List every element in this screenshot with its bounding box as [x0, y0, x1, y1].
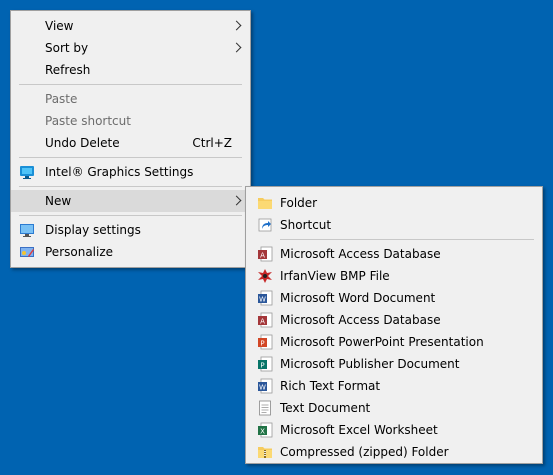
menu-item-paste-shortcut: Paste shortcut: [11, 110, 250, 132]
menu-item-label: Microsoft PowerPoint Presentation: [280, 335, 484, 349]
menu-item-label: Microsoft Word Document: [280, 291, 436, 305]
folder-icon: [258, 198, 272, 209]
menu-item-label: View: [45, 19, 74, 33]
menu-item-shortcut: Ctrl+Z: [192, 136, 232, 150]
publisher-icon: P: [258, 356, 273, 372]
menu-item-label: New: [45, 194, 72, 208]
personalize-icon: [20, 247, 34, 257]
svg-text:A: A: [260, 318, 265, 326]
menu-item-label: Microsoft Access Database: [280, 247, 441, 261]
menu-separator: [19, 84, 242, 85]
menu-item-view[interactable]: View: [11, 15, 250, 37]
shortcut-icon: [258, 218, 272, 232]
access-icon: A: [258, 246, 273, 262]
irfanview-icon: [258, 269, 272, 283]
menu-item-label: Paste: [45, 92, 78, 106]
desktop-context-menu: View Sort by Refresh Paste Paste shortcu…: [10, 10, 251, 268]
new-item-folder[interactable]: Folder: [246, 192, 542, 214]
zip-folder-icon: [258, 447, 272, 458]
menu-item-label: Microsoft Publisher Document: [280, 357, 460, 371]
menu-item-label: Paste shortcut: [45, 114, 131, 128]
menu-item-label: Rich Text Format: [280, 379, 381, 393]
menu-separator: [19, 186, 242, 187]
new-item-text-document[interactable]: Text Document: [246, 397, 542, 419]
new-item-shortcut[interactable]: Shortcut: [246, 214, 542, 236]
new-item-publisher-document[interactable]: P Microsoft Publisher Document: [246, 353, 542, 375]
menu-item-label: Intel® Graphics Settings: [45, 165, 194, 179]
chevron-right-icon: [231, 20, 242, 31]
new-item-access-database[interactable]: A Microsoft Access Database: [246, 243, 542, 265]
menu-item-intel-graphics-settings[interactable]: Intel® Graphics Settings: [11, 161, 250, 183]
new-submenu: Folder Shortcut A Microsoft Access Datab…: [245, 186, 543, 464]
menu-item-label: Text Document: [280, 401, 371, 415]
svg-text:X: X: [260, 428, 265, 436]
svg-text:W: W: [259, 296, 266, 304]
menu-item-new[interactable]: New: [11, 190, 250, 212]
menu-item-label: Sort by: [45, 41, 89, 55]
svg-text:W: W: [259, 384, 266, 392]
new-item-compressed-folder[interactable]: Compressed (zipped) Folder: [246, 441, 542, 463]
menu-item-sort-by[interactable]: Sort by: [11, 37, 250, 59]
menu-item-label: Compressed (zipped) Folder: [280, 445, 449, 459]
menu-item-label: Shortcut: [280, 218, 332, 232]
chevron-right-icon: [231, 42, 242, 53]
chevron-right-icon: [231, 195, 242, 206]
new-item-word-document[interactable]: W Microsoft Word Document: [246, 287, 542, 309]
rtf-icon: W: [258, 378, 273, 394]
menu-item-label: Refresh: [45, 63, 91, 77]
svg-text:A: A: [260, 252, 265, 260]
menu-item-label: IrfanView BMP File: [280, 269, 390, 283]
menu-separator: [19, 215, 242, 216]
intel-graphics-icon: [20, 166, 34, 179]
excel-icon: X: [258, 422, 273, 438]
access-icon: A: [258, 312, 273, 328]
menu-item-display-settings[interactable]: Display settings: [11, 219, 250, 241]
menu-item-refresh[interactable]: Refresh: [11, 59, 250, 81]
menu-item-label: Microsoft Excel Worksheet: [280, 423, 438, 437]
new-item-excel-worksheet[interactable]: X Microsoft Excel Worksheet: [246, 419, 542, 441]
menu-item-label: Display settings: [45, 223, 141, 237]
menu-item-label: Folder: [280, 196, 318, 210]
menu-item-paste: Paste: [11, 88, 250, 110]
menu-item-undo-delete[interactable]: Undo Delete Ctrl+Z: [11, 132, 250, 154]
svg-text:P: P: [260, 340, 264, 348]
menu-item-label: Undo Delete: [45, 136, 120, 150]
text-document-icon: [259, 400, 271, 416]
powerpoint-icon: P: [258, 334, 273, 350]
menu-item-personalize[interactable]: Personalize: [11, 241, 250, 263]
menu-item-label: Microsoft Access Database: [280, 313, 441, 327]
menu-separator: [19, 157, 242, 158]
new-item-rich-text-format[interactable]: W Rich Text Format: [246, 375, 542, 397]
new-item-powerpoint-presentation[interactable]: P Microsoft PowerPoint Presentation: [246, 331, 542, 353]
new-item-irfanview-bmp[interactable]: IrfanView BMP File: [246, 265, 542, 287]
display-icon: [20, 224, 34, 237]
svg-text:P: P: [260, 362, 264, 370]
new-item-access-database-2[interactable]: A Microsoft Access Database: [246, 309, 542, 331]
word-icon: W: [258, 290, 273, 306]
menu-item-label: Personalize: [45, 245, 114, 259]
menu-separator: [280, 239, 534, 240]
